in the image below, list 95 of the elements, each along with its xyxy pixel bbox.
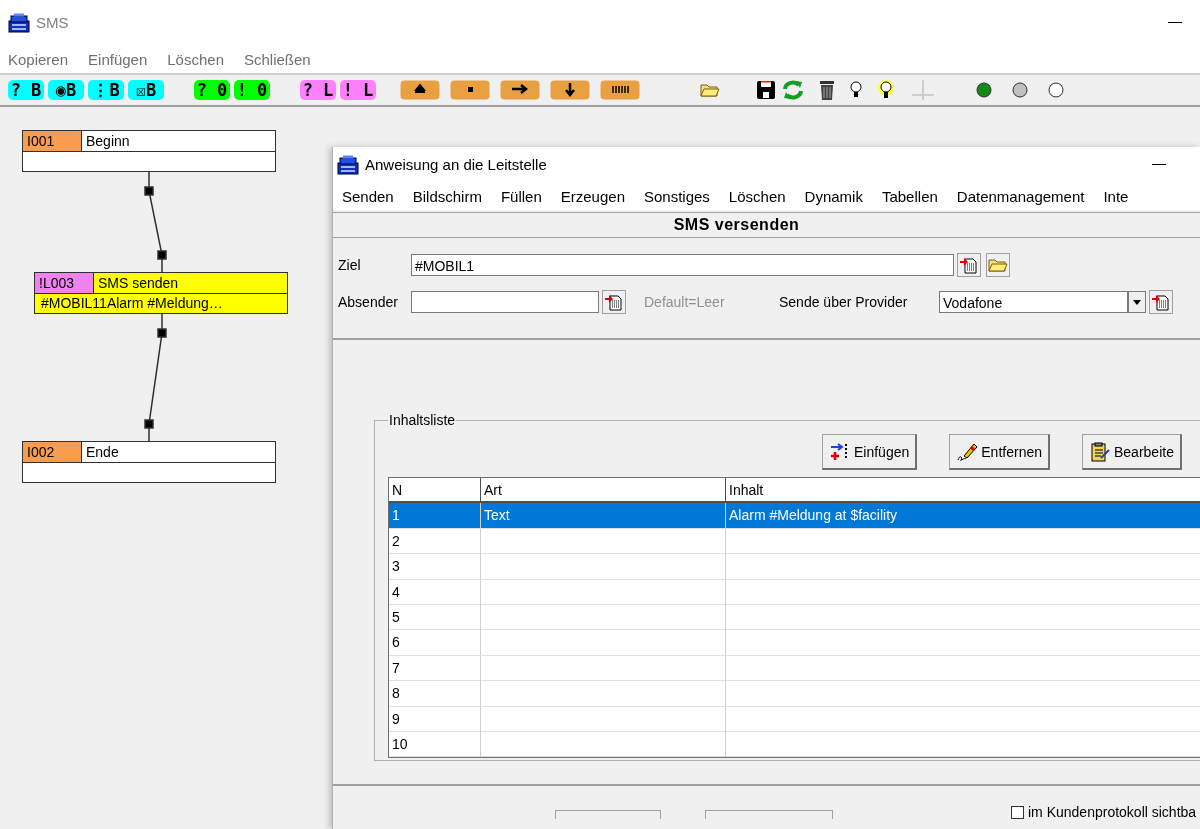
table-row[interactable]: 3 bbox=[389, 554, 1200, 580]
flow-node[interactable]: !L003 SMS senden #MOBIL11Alarm #Meldung… bbox=[34, 272, 288, 314]
table-row[interactable]: 8 bbox=[389, 681, 1200, 707]
section-heading: SMS versenden bbox=[333, 212, 1200, 238]
target-field[interactable]: #MOBIL1 bbox=[411, 254, 954, 276]
mode-button[interactable]: ! L bbox=[340, 80, 376, 100]
field-label: Ziel bbox=[338, 257, 362, 273]
mode-button[interactable]: ? 0 bbox=[194, 80, 230, 100]
menu-item[interactable]: Einfügen bbox=[88, 50, 148, 68]
node-id: I002 bbox=[23, 442, 82, 462]
list-button[interactable]: Einfügen bbox=[822, 434, 918, 470]
light-bulb-icon[interactable] bbox=[850, 81, 862, 99]
node-detail: #MOBIL11Alarm #Meldung… bbox=[41, 295, 223, 311]
lit-bulb-icon[interactable] bbox=[876, 80, 896, 100]
status-dot[interactable] bbox=[1048, 82, 1064, 98]
node-title: Beginn bbox=[85, 132, 130, 151]
mode-button[interactable]: ! 0 bbox=[234, 80, 270, 100]
menu-item[interactable]: Sonstiges bbox=[644, 187, 710, 205]
menu-item[interactable]: Inte bbox=[1103, 187, 1129, 205]
arrow-down-button[interactable] bbox=[550, 80, 590, 100]
menu-item[interactable]: Tabellen bbox=[881, 187, 938, 205]
folder-icon bbox=[700, 82, 720, 98]
flow-node[interactable]: I001 Beginn bbox=[22, 130, 276, 172]
dropdown-arrow-icon bbox=[1133, 299, 1141, 305]
menu-item[interactable]: Bildschirm bbox=[412, 187, 482, 205]
table-row[interactable]: 4 bbox=[389, 579, 1200, 605]
menu-item[interactable]: Schließen bbox=[244, 50, 311, 68]
node-title: SMS senden bbox=[97, 274, 179, 293]
table-cell: 6 bbox=[389, 630, 481, 656]
folder-icon bbox=[988, 257, 1008, 273]
table-row[interactable]: 6 bbox=[389, 630, 1200, 656]
eraser-icon bbox=[956, 441, 979, 462]
list-button[interactable]: Bearbeite bbox=[1082, 434, 1182, 470]
browse-button[interactable] bbox=[986, 253, 1010, 277]
app-icon bbox=[337, 154, 359, 175]
document-arrow-icon bbox=[604, 292, 624, 312]
mode-button[interactable]: ⋮B bbox=[88, 80, 124, 100]
table-row[interactable]: 7 bbox=[389, 655, 1200, 682]
dialog-title: Anweisung an die Leitstelle bbox=[365, 156, 548, 173]
node-id: I001 bbox=[23, 131, 82, 151]
insert-variable-button[interactable] bbox=[957, 253, 981, 277]
app-icon bbox=[8, 12, 30, 33]
insert-variable-button[interactable] bbox=[1149, 290, 1173, 314]
menu-item[interactable]: Kopieren bbox=[8, 50, 69, 68]
table-cell: 1 bbox=[389, 503, 481, 529]
table-cell: 8 bbox=[389, 681, 481, 707]
table-row[interactable]: 5 bbox=[389, 604, 1200, 631]
window-title: SMS bbox=[36, 14, 70, 31]
mode-button[interactable]: ? B bbox=[8, 80, 44, 100]
table-cell: 4 bbox=[389, 579, 481, 605]
table-cell: 3 bbox=[389, 554, 481, 580]
sender-field[interactable] bbox=[411, 291, 599, 313]
refresh-icon[interactable] bbox=[782, 79, 804, 101]
menu-item[interactable]: Löschen bbox=[728, 187, 786, 205]
table-row[interactable]: 9 bbox=[389, 706, 1200, 732]
table-cell: 5 bbox=[389, 604, 481, 630]
table-cell: 10 bbox=[389, 731, 481, 757]
table-row[interactable]: 2 bbox=[389, 528, 1200, 555]
mode-button[interactable]: ? L bbox=[300, 80, 336, 100]
field-label: Sende über Provider bbox=[779, 294, 909, 310]
menu-item[interactable]: Dynamik bbox=[804, 187, 863, 205]
group-title: Inhaltsliste bbox=[388, 412, 457, 428]
protocol-checkbox[interactable]: im Kundenprotokoll sichtba bbox=[1011, 804, 1197, 820]
document-arrow-icon bbox=[959, 255, 979, 275]
arrow-right-button[interactable] bbox=[500, 80, 540, 100]
flow-node[interactable]: I002 Ende bbox=[22, 441, 276, 483]
menu-item[interactable]: Erzeugen bbox=[560, 187, 625, 205]
menu-item[interactable]: Löschen bbox=[167, 50, 224, 68]
mode-button[interactable]: ◉B bbox=[48, 80, 84, 100]
list-button[interactable]: Entfernen bbox=[949, 434, 1050, 470]
insert-variable-button[interactable] bbox=[602, 290, 626, 314]
save-icon[interactable] bbox=[756, 80, 776, 100]
table-row[interactable]: 1 Text Alarm #Meldung at $facility bbox=[389, 503, 1200, 529]
table-row[interactable]: 10 bbox=[389, 731, 1200, 758]
table-cell: Alarm #Meldung at $facility bbox=[729, 507, 898, 524]
status-dot[interactable] bbox=[1012, 82, 1028, 98]
ruler-button[interactable] bbox=[600, 80, 640, 100]
trash-icon[interactable] bbox=[818, 79, 836, 101]
menu-item[interactable]: Senden bbox=[342, 187, 394, 205]
table-cell: 2 bbox=[389, 528, 481, 554]
table-cell: Text bbox=[484, 507, 510, 524]
table-cell: 9 bbox=[389, 706, 481, 732]
default-note: Default=Leer bbox=[644, 294, 726, 310]
table-cell: 7 bbox=[389, 655, 481, 681]
node-id: !L003 bbox=[35, 273, 94, 293]
node-title: Ende bbox=[85, 443, 119, 462]
stop-button[interactable] bbox=[450, 80, 490, 100]
menu-item[interactable]: Füllen bbox=[500, 187, 542, 205]
status-dot[interactable] bbox=[976, 82, 992, 98]
clipboard-icon bbox=[1089, 441, 1111, 462]
mode-button[interactable]: ☒B bbox=[128, 80, 164, 100]
document-arrow-icon bbox=[1151, 292, 1171, 312]
field-label: Absender bbox=[338, 294, 399, 310]
eject-button[interactable] bbox=[400, 80, 440, 100]
menu-item[interactable]: Datenmanagement bbox=[956, 187, 1085, 205]
